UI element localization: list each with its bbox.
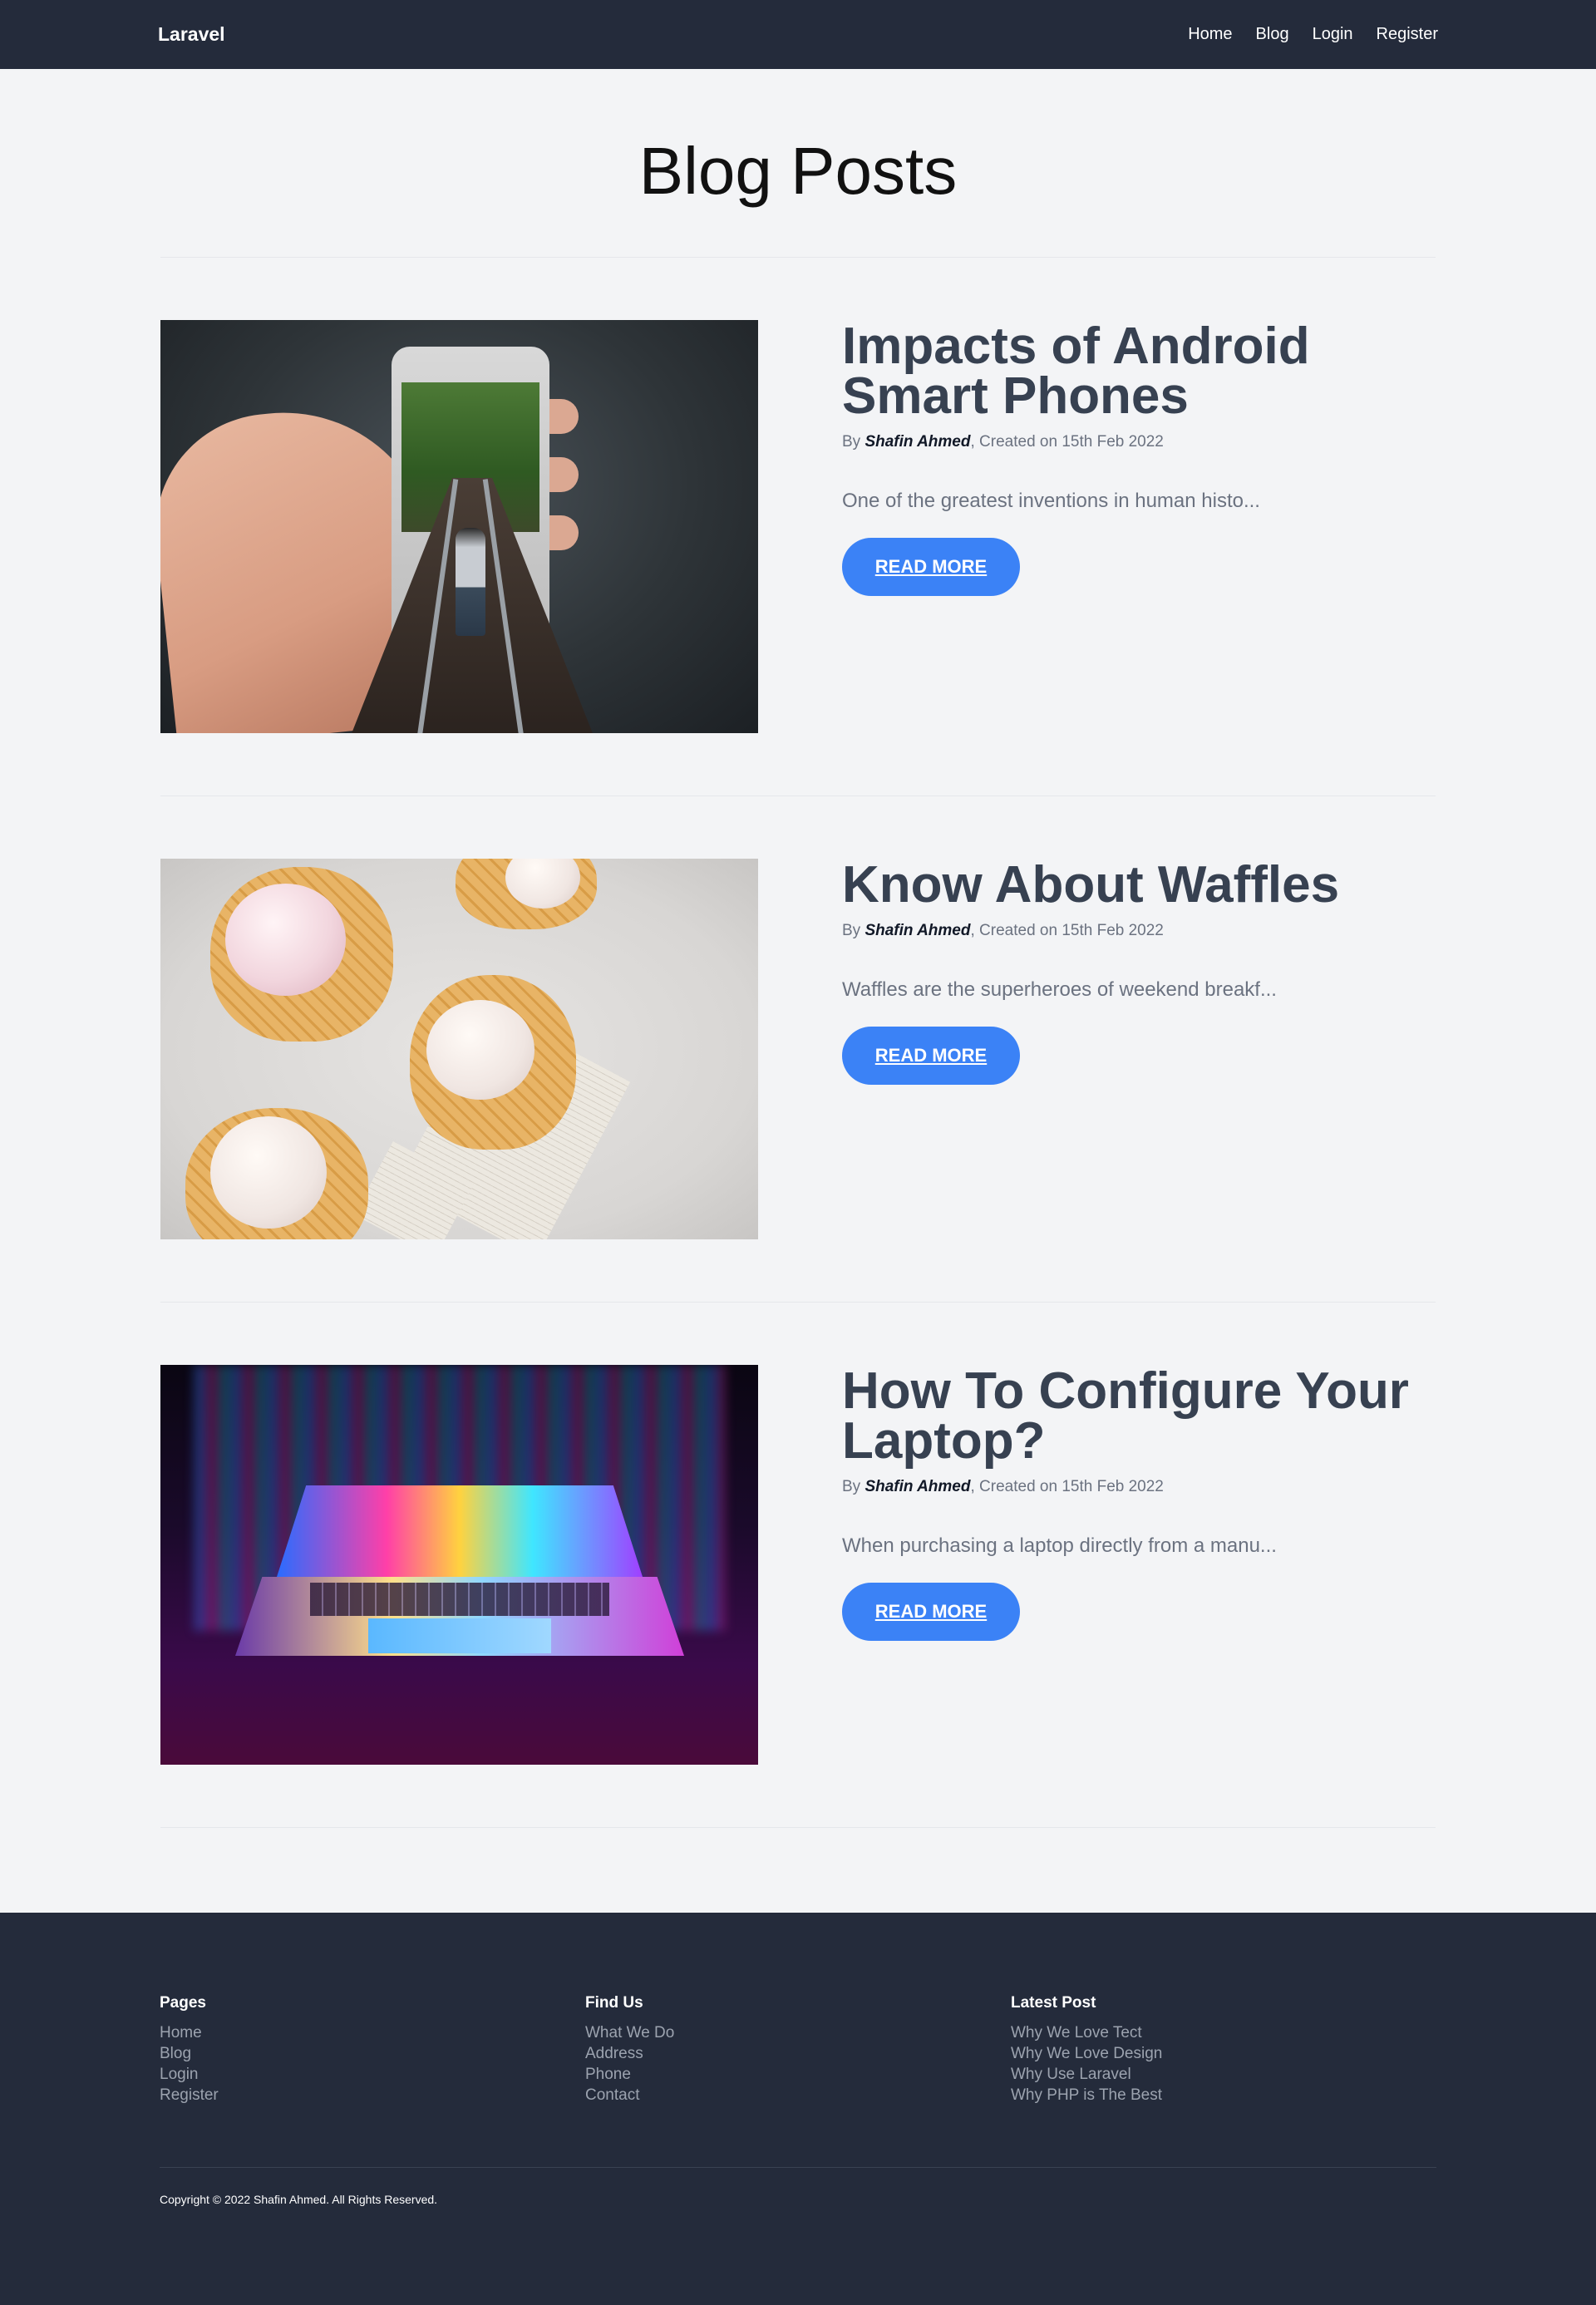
post-excerpt: When purchasing a laptop directly from a… [842,1534,1277,1557]
post-image-phone[interactable] [160,320,758,733]
nav-link-home[interactable]: Home [1188,25,1232,44]
post-body: How To Configure Your Laptop? By Shafin … [842,1365,1436,1765]
read-more-button[interactable]: Read More [842,1027,1020,1085]
footer-link-latest-post[interactable]: Why We Love Design [1011,2043,1436,2064]
footer-heading: Pages [160,1994,206,2012]
footer-link-login[interactable]: Login [160,2064,585,2085]
post-title[interactable]: How To Configure Your Laptop? [842,1366,1436,1467]
footer-columns: Pages Home Blog Login Register Find Us W… [0,1913,1596,2106]
post-title[interactable]: Impacts of Android Smart Phones [842,321,1436,422]
footer-heading: Latest Post [1011,1994,1096,2012]
footer-column-latest-post: Latest Post Why We Love Tect Why We Love… [1011,1994,1436,2106]
footer-link-register[interactable]: Register [160,2085,585,2106]
page-title: Blog Posts [638,134,958,208]
post-meta: By Shafin Ahmed, Created on 15th Feb 202… [842,433,1164,451]
footer-divider [160,2167,1436,2168]
post-image-laptop[interactable] [160,1365,758,1765]
post-body: Impacts of Android Smart Phones By Shafi… [842,320,1436,733]
nav-link-login[interactable]: Login [1313,25,1353,44]
post-title[interactable]: Know About Waffles [842,859,1436,911]
footer-link-latest-post[interactable]: Why We Love Tect [1011,2022,1436,2043]
footer-link-home[interactable]: Home [160,2022,585,2043]
blog-post-card: How To Configure Your Laptop? By Shafin … [160,1303,1436,1765]
footer-link-blog[interactable]: Blog [160,2043,585,2064]
post-image-waffles[interactable] [160,859,758,1239]
footer-link-address[interactable]: Address [585,2043,1011,2064]
footer-column-pages: Pages Home Blog Login Register [160,1994,585,2106]
post-excerpt: One of the greatest inventions in human … [842,490,1260,512]
footer-link-contact[interactable]: Contact [585,2085,1011,2106]
nav-link-register[interactable]: Register [1377,25,1438,44]
copyright-text: Copyright © 2022 Shafin Ahmed. All Right… [160,2193,438,2206]
footer-link-phone[interactable]: Phone [585,2064,1011,2085]
read-more-button[interactable]: Read More [842,1583,1020,1641]
post-author: Shafin Ahmed [864,1478,971,1495]
footer-link-latest-post[interactable]: Why Use Laravel [1011,2064,1436,2085]
nav-link-blog[interactable]: Blog [1256,25,1289,44]
footer-heading: Find Us [585,1994,643,2012]
divider [160,1827,1436,1828]
top-navbar: Laravel Home Blog Login Register [0,0,1596,69]
footer-link-latest-post[interactable]: Why PHP is The Best [1011,2085,1436,2106]
brand-logo[interactable]: Laravel [158,23,225,46]
read-more-button[interactable]: Read More [842,538,1020,596]
site-footer: Pages Home Blog Login Register Find Us W… [0,1913,1596,2305]
post-meta: By Shafin Ahmed, Created on 15th Feb 202… [842,922,1164,939]
blog-post-card: Know About Waffles By Shafin Ahmed, Crea… [160,796,1436,1239]
post-author: Shafin Ahmed [864,922,971,939]
footer-link-what-we-do[interactable]: What We Do [585,2022,1011,2043]
post-body: Know About Waffles By Shafin Ahmed, Crea… [842,859,1436,1239]
main-nav: Home Blog Login Register [1188,25,1438,44]
post-author: Shafin Ahmed [864,433,971,451]
footer-column-find-us: Find Us What We Do Address Phone Contact [585,1994,1011,2106]
post-excerpt: Waffles are the superheroes of weekend b… [842,978,1277,1001]
post-meta: By Shafin Ahmed, Created on 15th Feb 202… [842,1478,1164,1495]
blog-post-card: Impacts of Android Smart Phones By Shafi… [160,258,1436,733]
